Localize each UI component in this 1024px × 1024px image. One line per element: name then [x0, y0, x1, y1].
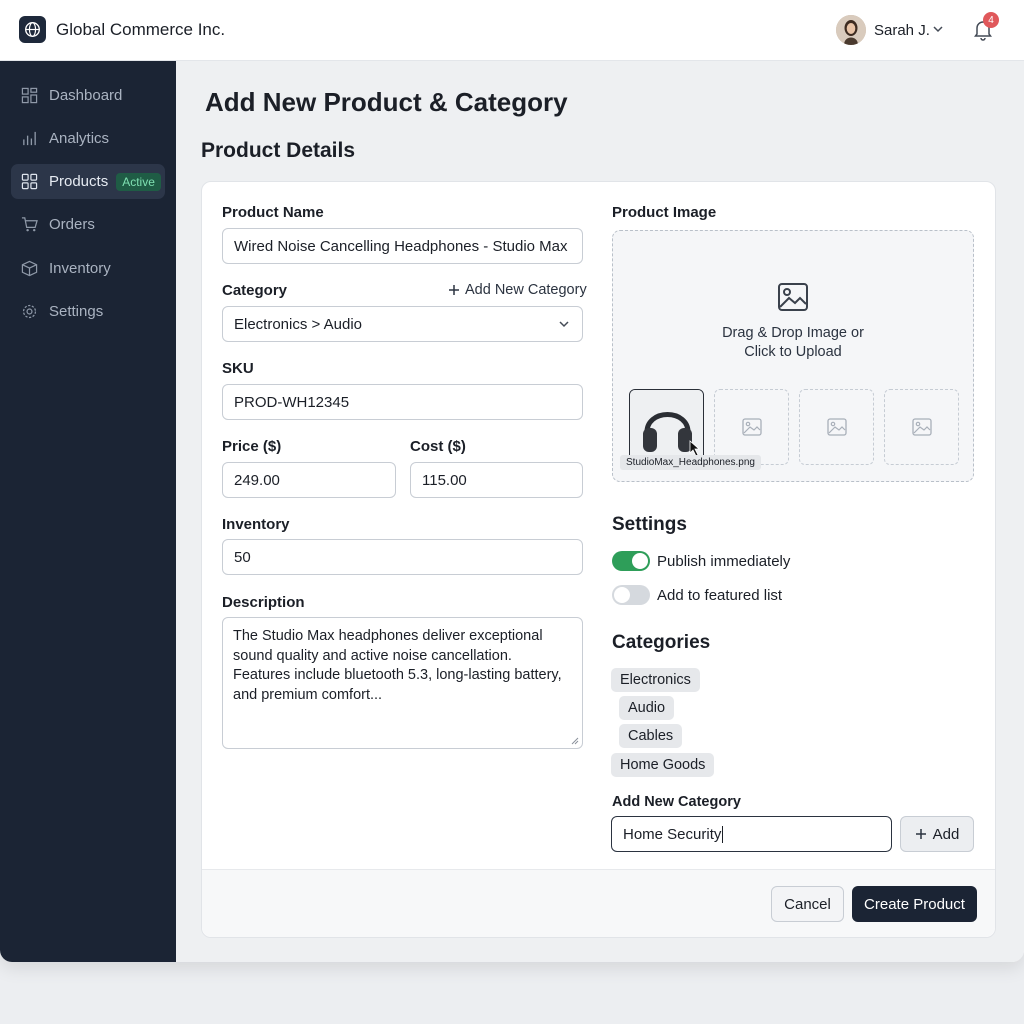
sidebar-item-inventory[interactable]: Inventory — [11, 251, 165, 286]
globe-icon[interactable] — [19, 16, 46, 43]
create-product-button[interactable]: Create Product — [852, 886, 977, 922]
settings-title: Settings — [612, 514, 687, 535]
category-chip[interactable]: Cables — [619, 724, 683, 748]
sidebar: Dashboard Analytics Products Active Orde… — [0, 61, 176, 962]
sku-label: SKU — [222, 360, 254, 377]
cancel-button[interactable]: Cancel — [771, 886, 844, 922]
dashboard-icon — [21, 87, 38, 104]
image-icon — [778, 283, 808, 311]
sidebar-item-label: Inventory — [49, 260, 111, 277]
publish-toggle[interactable] — [612, 551, 650, 571]
toggle-knob — [632, 553, 648, 569]
cost-input[interactable]: 115.00 — [410, 462, 583, 498]
chevron-down-icon — [559, 321, 569, 328]
plus-icon — [915, 829, 926, 839]
new-category-input[interactable]: Home Security — [611, 816, 892, 852]
category-select-value: Electronics > Audio — [234, 315, 362, 333]
analytics-icon — [23, 131, 36, 146]
price-label: Price ($) — [222, 438, 282, 455]
image-placeholder-icon — [826, 418, 847, 436]
product-name-input[interactable]: Wired Noise Cancelling Headphones - Stud… — [222, 228, 583, 264]
product-form-card: Product Name Wired Noise Cancelling Head… — [201, 181, 996, 938]
form-footer: Cancel Create Product — [202, 869, 995, 937]
add-category-button[interactable]: Add — [900, 816, 974, 852]
avatar[interactable] — [836, 15, 866, 45]
image-filename: StudioMax_Headphones.png — [620, 455, 761, 470]
category-chip[interactable]: Audio — [619, 696, 675, 720]
category-chip[interactable]: Home Goods — [611, 753, 715, 777]
add-new-category-label: Add New Category — [465, 282, 587, 298]
image-dropzone[interactable]: Drag & Drop Image or Click to Upload Stu… — [612, 230, 974, 482]
inventory-input[interactable]: 50 — [222, 539, 583, 575]
resize-handle-icon[interactable] — [571, 737, 579, 745]
add-new-category-label: Add New Category — [612, 794, 741, 810]
plus-icon — [449, 285, 459, 295]
categories-title: Categories — [612, 632, 711, 653]
dropzone-text-line1: Drag & Drop Image or — [722, 325, 864, 341]
active-badge: Active — [116, 172, 161, 191]
description-textarea[interactable]: The Studio Max headphones deliver except… — [222, 617, 583, 749]
notification-badge: 4 — [983, 12, 999, 28]
sku-input[interactable]: PROD-WH12345 — [222, 384, 583, 420]
image-slot-empty[interactable] — [799, 389, 874, 465]
new-category-value: Home Security — [623, 825, 722, 843]
image-slot-empty[interactable] — [884, 389, 959, 465]
sidebar-item-products[interactable]: Products Active — [11, 164, 165, 199]
description-label: Description — [222, 594, 305, 611]
headphones-icon — [630, 390, 703, 464]
cart-icon — [21, 217, 38, 232]
toggle-knob — [614, 587, 630, 603]
gear-icon — [22, 304, 37, 319]
products-icon — [21, 173, 38, 190]
category-label: Category — [222, 282, 288, 299]
product-image-label: Product Image — [612, 204, 717, 221]
sidebar-item-analytics[interactable]: Analytics — [11, 121, 165, 156]
sidebar-item-label: Dashboard — [49, 87, 123, 104]
sidebar-item-label: Products — [49, 173, 109, 190]
product-name-label: Product Name — [222, 204, 324, 221]
add-button-label: Add — [932, 825, 960, 843]
category-chip[interactable]: Electronics — [611, 668, 700, 692]
sidebar-item-settings[interactable]: Settings — [11, 294, 165, 329]
image-placeholder-icon — [741, 418, 762, 436]
sidebar-item-label: Orders — [49, 216, 95, 233]
main-content: Add New Product & Category Product Detai… — [176, 61, 1024, 962]
user-name[interactable]: Sarah J. — [874, 22, 930, 39]
description-text: The Studio Max headphones deliver except… — [233, 628, 562, 703]
price-input[interactable]: 249.00 — [222, 462, 396, 498]
company-name: Global Commerce Inc. — [56, 20, 226, 39]
image-placeholder-icon — [911, 418, 932, 436]
section-title: Product Details — [201, 139, 356, 162]
dropzone-text-line2: Click to Upload — [744, 344, 842, 360]
page-title: Add New Product & Category — [205, 87, 568, 117]
box-icon — [21, 260, 38, 277]
publish-toggle-label: Publish immediately — [657, 553, 791, 570]
app-window: Global Commerce Inc. Sarah J. 4 Dashboar… — [0, 0, 1024, 962]
sidebar-item-orders[interactable]: Orders — [11, 207, 165, 242]
image-slot-empty[interactable] — [714, 389, 789, 465]
featured-toggle[interactable] — [612, 585, 650, 605]
sidebar-item-label: Analytics — [49, 130, 110, 147]
chevron-down-icon[interactable] — [931, 22, 945, 36]
cost-label: Cost ($) — [410, 438, 466, 455]
top-bar: Global Commerce Inc. Sarah J. 4 — [0, 0, 1024, 61]
sidebar-item-dashboard[interactable]: Dashboard — [11, 78, 165, 113]
inventory-label: Inventory — [222, 516, 290, 533]
image-thumbnail-headphones[interactable] — [629, 389, 704, 465]
sidebar-item-label: Settings — [49, 303, 104, 320]
featured-toggle-label: Add to featured list — [657, 587, 783, 604]
category-select[interactable]: Electronics > Audio — [222, 306, 583, 342]
text-cursor — [722, 825, 724, 843]
add-new-category-link[interactable]: Add New Category — [448, 282, 587, 298]
